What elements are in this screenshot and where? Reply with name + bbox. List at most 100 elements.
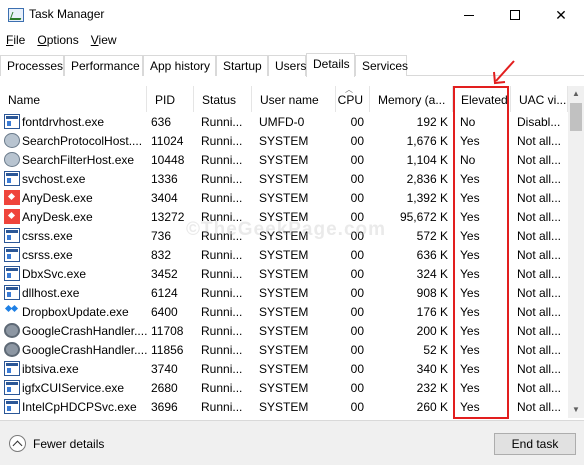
table-row[interactable]: csrss.exe 736 Runni... SYSTEM 00 572 K Yes Not … — [0, 226, 568, 245]
table-row[interactable]: fontdrvhost.exe 636 Runni... UMFD-0 00 192 K N… — [0, 112, 568, 131]
status-cell: Runni... — [201, 267, 243, 281]
memory-cell: 340 K — [416, 362, 448, 376]
menu-item-file[interactable]: File — [0, 31, 31, 51]
memory-cell: 324 K — [416, 267, 448, 281]
search-app-icon — [4, 133, 20, 148]
process-name-cell: igfxCUIService.exe — [22, 381, 125, 395]
user-name-cell: SYSTEM — [259, 134, 309, 148]
process-name-cell: DropboxUpdate.exe — [22, 305, 129, 319]
column-header-name[interactable]: Name — [0, 86, 147, 112]
uac-virtualization-cell: Not all... — [517, 134, 562, 148]
status-cell: Runni... — [201, 210, 243, 224]
memory-cell: 908 K — [416, 286, 448, 300]
user-name-cell: SYSTEM — [259, 267, 309, 281]
tab-users[interactable]: Users — [268, 55, 306, 76]
cpu-cell: 00 — [350, 305, 364, 319]
dropbox-icon — [4, 304, 20, 319]
column-header-cpu[interactable]: CPU — [336, 86, 370, 112]
process-name-cell: IntelCpHDCPSvc.exe — [22, 400, 137, 414]
elevated-cell: Yes — [460, 343, 480, 357]
menu-item-options[interactable]: Options — [31, 31, 84, 51]
column-header-elevated[interactable]: Elevated — [453, 86, 511, 112]
tab-app-history[interactable]: App history — [143, 55, 216, 76]
tab-startup[interactable]: Startup — [216, 55, 268, 76]
scroll-thumb[interactable] — [570, 103, 582, 131]
menu-item-view[interactable]: View — [85, 31, 123, 51]
elevated-cell: Yes — [460, 400, 480, 414]
pid-cell: 636 — [151, 115, 172, 129]
table-row[interactable]: dllhost.exe 6124 Runni... SYSTEM 00 908 K Yes N… — [0, 283, 568, 302]
column-header-status[interactable]: Status — [194, 86, 252, 112]
table-row[interactable]: csrss.exe 832 Runni... SYSTEM 00 636 K Yes Not … — [0, 245, 568, 264]
memory-cell: 52 K — [423, 343, 448, 357]
table-row[interactable]: GoogleCrashHandler.... 11708 Runni... SYSTE… — [0, 321, 568, 340]
cpu-cell: 00 — [350, 400, 364, 414]
user-name-cell: SYSTEM — [259, 324, 309, 338]
user-name-cell: SYSTEM — [259, 381, 309, 395]
table-row[interactable]: SearchFilterHost.exe 10448 Runni... SYSTEM 0… — [0, 150, 568, 169]
status-cell: Runni... — [201, 191, 243, 205]
pid-cell: 10448 — [151, 153, 185, 167]
user-name-cell: SYSTEM — [259, 191, 309, 205]
tab-services[interactable]: Services — [355, 55, 408, 76]
title-bar: Task Manager ✕ — [0, 0, 584, 30]
pid-cell: 2680 — [151, 381, 178, 395]
cpu-cell: 00 — [350, 229, 364, 243]
maximize-button[interactable] — [492, 0, 538, 30]
process-name-cell: DbxSvc.exe — [22, 267, 87, 281]
column-header-user-name[interactable]: User name — [252, 86, 336, 112]
column-header-pid[interactable]: PID — [147, 86, 194, 112]
cpu-cell: 00 — [350, 324, 364, 338]
cpu-cell: 00 — [350, 115, 364, 129]
process-name-cell: fontdrvhost.exe — [22, 115, 105, 129]
table-row[interactable]: AnyDesk.exe 13272 Runni... SYSTEM 00 95,672 K… — [0, 207, 568, 226]
elevated-cell: Yes — [460, 172, 480, 186]
elevated-cell: No — [460, 115, 476, 129]
elevated-cell: Yes — [460, 362, 480, 376]
pid-cell: 6124 — [151, 286, 178, 300]
uac-virtualization-cell: Not all... — [517, 324, 562, 338]
table-row[interactable]: IntelCpHDCPSvc.exe 3696 Runni... SYSTEM 00 26… — [0, 397, 568, 416]
cpu-cell: 00 — [350, 172, 364, 186]
vertical-scrollbar[interactable]: ▲ ▼ — [568, 86, 584, 418]
user-name-cell: SYSTEM — [259, 153, 309, 167]
memory-cell: 1,676 K — [406, 134, 448, 148]
cpu-cell: 00 — [350, 362, 364, 376]
scroll-down-arrow-icon[interactable]: ▼ — [568, 402, 584, 418]
process-rows: fontdrvhost.exe 636 Runni... UMFD-0 00 192 K N… — [0, 112, 568, 416]
table-row[interactable]: GoogleCrashHandler.... 11856 Runni... SYSTE… — [0, 340, 568, 359]
tab-performance[interactable]: Performance — [64, 55, 143, 76]
table-row[interactable]: AnyDesk.exe 3404 Runni... SYSTEM 00 1,392 K Ye… — [0, 188, 568, 207]
minimize-button[interactable] — [446, 0, 492, 30]
column-header-uac-virtualization[interactable]: UAC vi... — [511, 86, 568, 112]
scroll-up-arrow-icon[interactable]: ▲ — [568, 86, 584, 102]
table-row[interactable]: SearchProtocolHost.... 11024 Runni... SYSTE… — [0, 131, 568, 150]
window-app-icon — [4, 247, 20, 262]
column-header-memory[interactable]: Memory (a... — [370, 86, 453, 112]
table-row[interactable]: igfxCUIService.exe 2680 Runni... SYSTEM 00 23… — [0, 378, 568, 397]
uac-virtualization-cell: Not all... — [517, 400, 562, 414]
memory-cell: 176 K — [416, 305, 448, 319]
table-row[interactable]: DropboxUpdate.exe 6400 Runni... SYSTEM 00 176… — [0, 302, 568, 321]
cpu-cell: 00 — [350, 191, 364, 205]
maximize-icon — [510, 10, 520, 20]
process-name-cell: AnyDesk.exe — [22, 210, 93, 224]
table-row[interactable]: DbxSvc.exe 3452 Runni... SYSTEM 00 324 K Yes No… — [0, 264, 568, 283]
fewer-details-link[interactable]: Fewer details — [33, 437, 104, 451]
elevated-cell: Yes — [460, 210, 480, 224]
tab-processes[interactable]: Processes — [0, 55, 64, 76]
minimize-icon — [464, 14, 474, 16]
table-row[interactable]: ibtsiva.exe 3740 Runni... SYSTEM 00 340 K Yes N… — [0, 359, 568, 378]
close-button[interactable]: ✕ — [538, 0, 584, 30]
chevron-up-circle-icon[interactable] — [9, 435, 26, 452]
status-cell: Runni... — [201, 248, 243, 262]
process-name-cell: SearchFilterHost.exe — [22, 153, 135, 167]
user-name-cell: SYSTEM — [259, 229, 309, 243]
pid-cell: 3404 — [151, 191, 178, 205]
uac-virtualization-cell: Not all... — [517, 267, 562, 281]
table-row[interactable]: svchost.exe 1336 Runni... SYSTEM 00 2,836 K Ye… — [0, 169, 568, 188]
process-name-cell: csrss.exe — [22, 248, 73, 262]
tab-details[interactable]: Details — [306, 53, 355, 77]
elevated-cell: Yes — [460, 229, 480, 243]
end-task-button[interactable]: End task — [494, 433, 576, 455]
